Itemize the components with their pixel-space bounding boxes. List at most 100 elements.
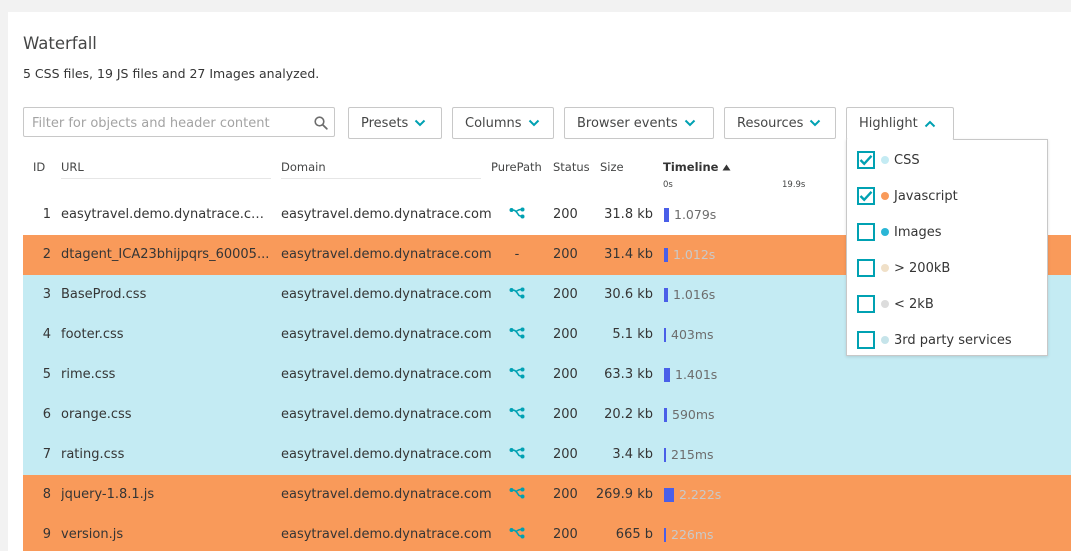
checkbox-checked[interactable] [857,187,875,205]
row-status: 200 [553,407,578,422]
table-row[interactable]: 7 rating.css easytravel.demo.dynatrace.com… [23,435,1071,475]
row-status: 200 [553,447,578,462]
row-purepath [501,355,533,395]
row-size: 3.4 kb [612,447,653,462]
row-status: 200 [553,247,578,262]
panel-title: Waterfall [23,34,97,53]
checkbox-checked[interactable] [857,151,875,169]
browser-events-label: Browser events [577,115,678,131]
column-header-domain[interactable]: Domain [281,160,481,179]
row-domain: easytravel.demo.dynatrace.com [281,367,492,382]
column-header-status[interactable]: Status [553,160,590,178]
row-size: 269.9 kb [595,487,653,502]
sort-ascending-icon [722,160,731,174]
highlight-option-label: > 200kB [894,260,951,276]
highlight-dropdown: CSS Javascript Images > 200kB < 2kB 3rd party… [846,139,1048,356]
purepath-icon[interactable] [509,487,525,502]
analysis-summary: 5 CSS files, 19 JS files and 27 Images a… [23,66,320,81]
checkbox-unchecked[interactable] [857,331,875,349]
timeline-bar [664,488,674,502]
purepath-icon[interactable] [509,527,525,542]
row-url: BaseProd.css [61,287,147,302]
row-status: 200 [553,367,578,382]
checkbox-unchecked[interactable] [857,295,875,313]
purepath-icon[interactable] [509,407,525,422]
row-duration: 215ms [671,447,714,462]
row-size: 5.1 kb [612,327,653,342]
highlight-button[interactable]: Highlight [846,107,954,140]
highlight-option-over-200kb[interactable]: > 200kB [857,257,950,279]
highlight-option-javascript[interactable]: Javascript [857,185,958,207]
timeline-bar [664,408,667,422]
highlight-option-label: 3rd party services [894,332,1012,348]
presets-label: Presets [361,115,409,131]
purepath-icon[interactable] [509,447,525,462]
timeline-bar [664,288,668,302]
row-url: jquery-1.8.1.js [61,487,155,502]
row-id: 9 [42,527,51,542]
timeline-bar [664,528,666,542]
table-row[interactable]: 6 orange.css easytravel.demo.dynatrace.com… [23,395,1071,435]
row-purepath [501,515,533,551]
row-id: 4 [42,327,51,342]
row-purepath [501,275,533,315]
row-purepath [501,195,533,235]
columns-button[interactable]: Columns [452,107,554,139]
filter-field[interactable] [23,107,335,138]
table-row[interactable]: 5 rime.css easytravel.demo.dynatrace.com 20… [23,355,1071,395]
highlight-option-images[interactable]: Images [857,221,942,243]
row-id: 5 [42,367,51,382]
purepath-icon[interactable] [509,287,525,302]
timeline-bar [664,328,666,342]
highlight-option-label: < 2kB [894,296,934,312]
row-size: 31.4 kb [604,247,653,262]
purepath-icon[interactable] [509,367,525,382]
column-header-size[interactable]: Size [600,160,624,178]
column-header-url[interactable]: URL [61,160,271,179]
row-domain: easytravel.demo.dynatrace.com [281,407,492,422]
column-header-purepath[interactable]: PurePath [491,160,542,178]
table-row[interactable]: 9 version.js easytravel.demo.dynatrace.com… [23,515,1071,551]
presets-button[interactable]: Presets [348,107,442,139]
row-url: rating.css [61,447,125,462]
row-id: 2 [42,247,51,262]
checkbox-unchecked[interactable] [857,223,875,241]
highlight-option-label: CSS [894,152,920,168]
row-status: 200 [553,487,578,502]
row-duration: 226ms [671,527,714,542]
highlight-option-label: Images [894,224,942,240]
row-size: 20.2 kb [604,407,653,422]
chevron-down-icon [809,119,821,127]
row-status: 200 [553,527,578,542]
filter-input[interactable] [30,108,314,138]
column-header-id[interactable]: ID [33,160,45,178]
row-id: 6 [42,407,51,422]
color-dot-icon [881,192,889,200]
row-url: footer.css [61,327,124,342]
chevron-down-icon [684,119,696,127]
timeline-bar [664,248,668,262]
row-id: 1 [42,207,51,222]
search-icon[interactable] [314,115,328,134]
row-url: rime.css [61,367,116,382]
row-url: easytravel.demo.dynatrace.com [61,207,271,222]
waterfall-panel: Waterfall 5 CSS files, 19 JS files and 2… [8,12,1071,551]
browser-events-button[interactable]: Browser events [564,107,714,139]
table-row[interactable]: 8 jquery-1.8.1.js easytravel.demo.dynatrac… [23,475,1071,515]
row-url: version.js [61,527,124,542]
row-duration: 590ms [672,407,715,422]
purepath-icon[interactable] [509,207,525,222]
purepath-icon[interactable] [509,327,525,342]
row-id: 8 [42,487,51,502]
highlight-option-under-2kb[interactable]: < 2kB [857,293,934,315]
column-header-timeline[interactable]: Timeline [663,160,731,178]
checkmark-icon [859,154,873,166]
timeline-scale-start: 0s [663,180,673,190]
row-domain: easytravel.demo.dynatrace.com [281,527,492,542]
highlight-option-css[interactable]: CSS [857,149,920,171]
color-dot-icon [881,264,889,272]
color-dot-icon [881,156,889,164]
highlight-option-3rd-party-services[interactable]: 3rd party services [857,329,1012,351]
resources-button[interactable]: Resources [724,107,836,139]
checkbox-unchecked[interactable] [857,259,875,277]
